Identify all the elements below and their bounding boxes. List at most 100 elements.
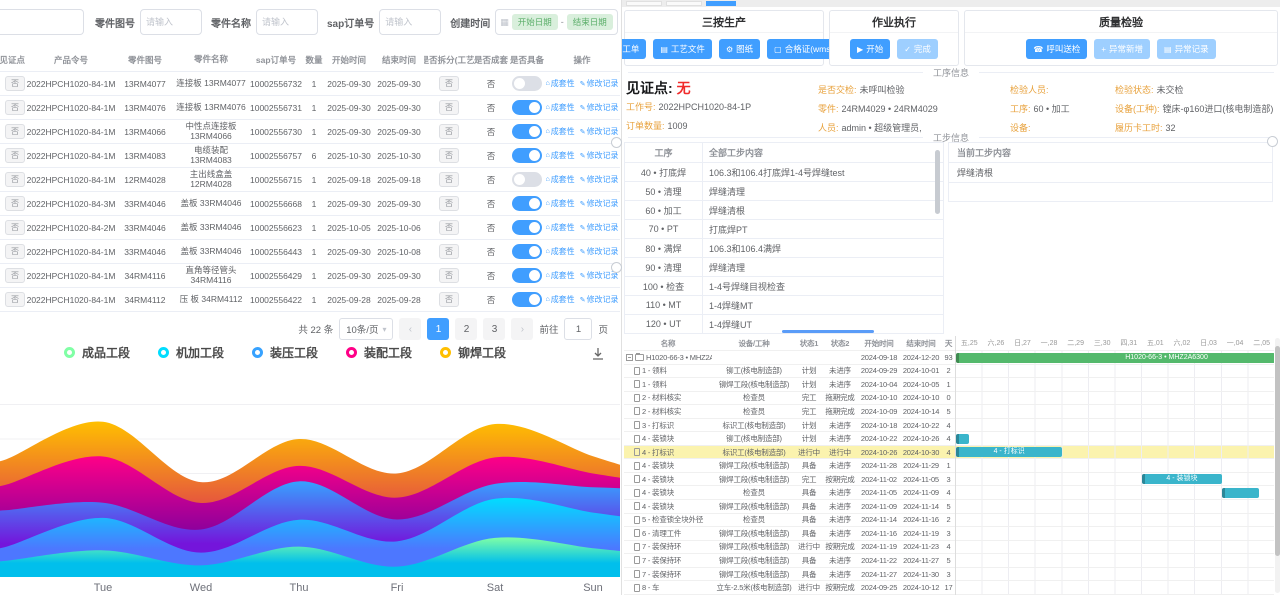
gantt-row[interactable]: 3 - 打标识标识工(核电制造部)计划未进序2024-10-182024-10-… <box>624 419 955 433</box>
page-button[interactable]: 1 <box>427 318 449 340</box>
tab-2[interactable] <box>666 1 702 6</box>
edit-record-link[interactable]: ✎修改记录 <box>580 294 618 305</box>
图纸-button[interactable]: ⚙图纸 <box>719 39 760 59</box>
gantt-row[interactable]: 7 - 装保持环铆焊工段(核电制造部)进行中按期完成2024-11-192024… <box>624 541 955 555</box>
tab-1[interactable] <box>626 1 662 6</box>
gantt-row[interactable]: 1 - 领料铆焊工段(核电制造部)计划未进序2024-10-042024-10-… <box>624 378 955 392</box>
异常记录-button[interactable]: ▤异常记录 <box>1157 39 1216 59</box>
set-check-link[interactable]: ⌂成套性 <box>546 78 575 89</box>
equipped-toggle[interactable] <box>512 148 542 163</box>
gantt-row[interactable]: 8 - 车立车-2.5米(核电制造部)进行中按期完成2024-09-252024… <box>624 581 955 595</box>
steps-row[interactable]: 90 • 清理焊缝清理 <box>625 258 943 277</box>
gantt-row[interactable]: 4 - 装锁块铆焊工段(核电制造部)具备未进序2024-11-282024-11… <box>624 459 955 473</box>
gantt-scrollbar[interactable] <box>1275 338 1280 593</box>
gantt-bar[interactable]: 4 - 打标识 <box>956 447 1062 457</box>
legend-item[interactable]: 铆焊工段 <box>440 344 506 361</box>
gantt-row[interactable]: 1 - 领料铆工(核电制造部)计划未进序2024-09-292024-10-01… <box>624 365 955 379</box>
gantt-row[interactable]: 4 - 装锁块检查员具备未进序2024-11-052024-11-094 <box>624 486 955 500</box>
gantt-bar[interactable] <box>956 434 969 444</box>
gantt-row[interactable]: 2 - 材料核实检查员完工拖期完成2024-10-102024-10-100 <box>624 392 955 406</box>
split-badge[interactable]: 否 <box>439 196 459 211</box>
split-badge[interactable]: 否 <box>439 244 459 259</box>
sap-order-input[interactable] <box>379 9 441 35</box>
end-date-placeholder[interactable]: 结束日期 <box>567 14 613 30</box>
legend-item[interactable]: 装配工段 <box>346 344 412 361</box>
gantt-row[interactable]: 7 - 装保持环铆焊工段(核电制造部)具备未进序2024-11-272024-1… <box>624 568 955 582</box>
split-handle-2[interactable] <box>611 262 622 273</box>
equipped-toggle[interactable] <box>512 172 542 187</box>
gantt-bar[interactable] <box>1222 488 1259 498</box>
gantt-row[interactable]: 4 - 装锁块铆焊工段(核电制造部)具备未进序2024-11-092024-11… <box>624 500 955 514</box>
edit-record-link[interactable]: ✎修改记录 <box>580 198 618 209</box>
edit-record-link[interactable]: ✎修改记录 <box>580 150 618 161</box>
tab-active[interactable] <box>706 1 736 6</box>
equipped-toggle[interactable] <box>512 196 542 211</box>
page-button[interactable]: 3 <box>483 318 505 340</box>
gantt-row[interactable]: H1020-66-3 • MHZ2A63002024-09-182024-12-… <box>624 351 955 365</box>
start-date-placeholder[interactable]: 开始日期 <box>512 14 558 30</box>
split-badge[interactable]: 否 <box>439 268 459 283</box>
steps-row[interactable]: 70 • PT打底焊PT <box>625 220 943 239</box>
goto-page-input[interactable] <box>564 318 592 340</box>
legend-item[interactable]: 成品工段 <box>64 344 130 361</box>
工单-button[interactable]: ≡工单 <box>621 39 646 59</box>
page-button[interactable]: 2 <box>455 318 477 340</box>
steps-row[interactable]: 60 • 加工焊缝清根 <box>625 201 943 220</box>
gantt-bar[interactable]: 4 - 装锁块 <box>1142 474 1222 484</box>
split-badge[interactable]: 否 <box>439 172 459 187</box>
edit-record-link[interactable]: ✎修改记录 <box>580 102 618 113</box>
完成-button[interactable]: ✓完成 <box>897 39 938 59</box>
edit-record-link[interactable]: ✎修改记录 <box>580 126 618 137</box>
split-handle-3[interactable] <box>1267 136 1278 147</box>
page-size-select[interactable]: 10条/页 ▾ <box>339 318 393 340</box>
equipped-toggle[interactable] <box>512 244 542 259</box>
set-check-link[interactable]: ⌂成套性 <box>546 198 575 209</box>
工艺文件-button[interactable]: ▤工艺文件 <box>653 39 712 59</box>
split-badge[interactable]: 否 <box>439 76 459 91</box>
steps-row[interactable]: 80 • 满焊106.3和106.4满焊 <box>625 239 943 258</box>
set-check-link[interactable]: ⌂成套性 <box>546 246 575 257</box>
split-badge[interactable]: 否 <box>439 220 459 235</box>
set-check-link[interactable]: ⌂成套性 <box>546 270 575 281</box>
part-name-input[interactable] <box>256 9 318 35</box>
download-icon[interactable] <box>590 346 606 367</box>
异常新增-button[interactable]: +异常新增 <box>1094 39 1150 59</box>
split-badge[interactable]: 否 <box>439 124 459 139</box>
equipped-toggle[interactable] <box>512 100 542 115</box>
split-handle-1[interactable] <box>611 137 622 148</box>
equipped-toggle[interactable] <box>512 268 542 283</box>
steps-hscrollbar[interactable] <box>782 330 874 333</box>
edit-record-link[interactable]: ✎修改记录 <box>580 222 618 233</box>
呼叫送检-button[interactable]: ☎呼叫送检 <box>1026 39 1087 59</box>
steps-row[interactable]: 110 • MT1-4焊缝MT <box>625 296 943 315</box>
set-check-link[interactable]: ⌂成套性 <box>546 150 575 161</box>
gantt-row[interactable]: 4 - 打标识标识工(核电制造部)进行中进行中2024-10-262024-10… <box>624 446 955 460</box>
legend-item[interactable]: 机加工段 <box>158 344 224 361</box>
gantt-row[interactable]: 7 - 装保持环铆焊工段(核电制造部)具备未进序2024-11-222024-1… <box>624 554 955 568</box>
edit-record-link[interactable]: ✎修改记录 <box>580 246 618 257</box>
gantt-row[interactable]: 6 - 清理工件铆焊工段(核电制造部)具备未进序2024-11-162024-1… <box>624 527 955 541</box>
set-check-link[interactable]: ⌂成套性 <box>546 174 575 185</box>
gantt-scrollbar-thumb[interactable] <box>1275 346 1280 556</box>
equipped-toggle[interactable] <box>512 124 542 139</box>
set-check-link[interactable]: ⌂成套性 <box>546 102 575 113</box>
set-check-link[interactable]: ⌂成套性 <box>546 222 575 233</box>
create-time-range-picker[interactable]: ▦ 开始日期 - 结束日期 <box>495 9 618 35</box>
equipped-toggle[interactable] <box>512 292 542 307</box>
steps-row[interactable]: 50 • 清理焊缝清理 <box>625 182 943 201</box>
legend-item[interactable]: 装压工段 <box>252 344 318 361</box>
steps-scrollbar[interactable] <box>935 150 940 214</box>
gantt-row[interactable]: 2 - 材料核实检查员完工拖期完成2024-10-092024-10-145 <box>624 405 955 419</box>
split-badge[interactable]: 否 <box>439 292 459 307</box>
set-check-link[interactable]: ⌂成套性 <box>546 294 575 305</box>
split-badge[interactable]: 否 <box>439 148 459 163</box>
gantt-row[interactable]: 4 - 装锁块铆工(核电制造部)计划未进序2024-10-222024-10-2… <box>624 432 955 446</box>
search-input-partial[interactable] <box>0 9 84 35</box>
part-drawing-input[interactable] <box>140 9 202 35</box>
collapse-icon[interactable] <box>626 354 633 361</box>
gantt-bar[interactable]: H1020-66-3 • MHZ2A6300 <box>956 353 1274 363</box>
prev-page-button[interactable]: ‹ <box>399 318 421 340</box>
equipped-toggle[interactable] <box>512 76 542 91</box>
set-check-link[interactable]: ⌂成套性 <box>546 126 575 137</box>
split-badge[interactable]: 否 <box>439 100 459 115</box>
